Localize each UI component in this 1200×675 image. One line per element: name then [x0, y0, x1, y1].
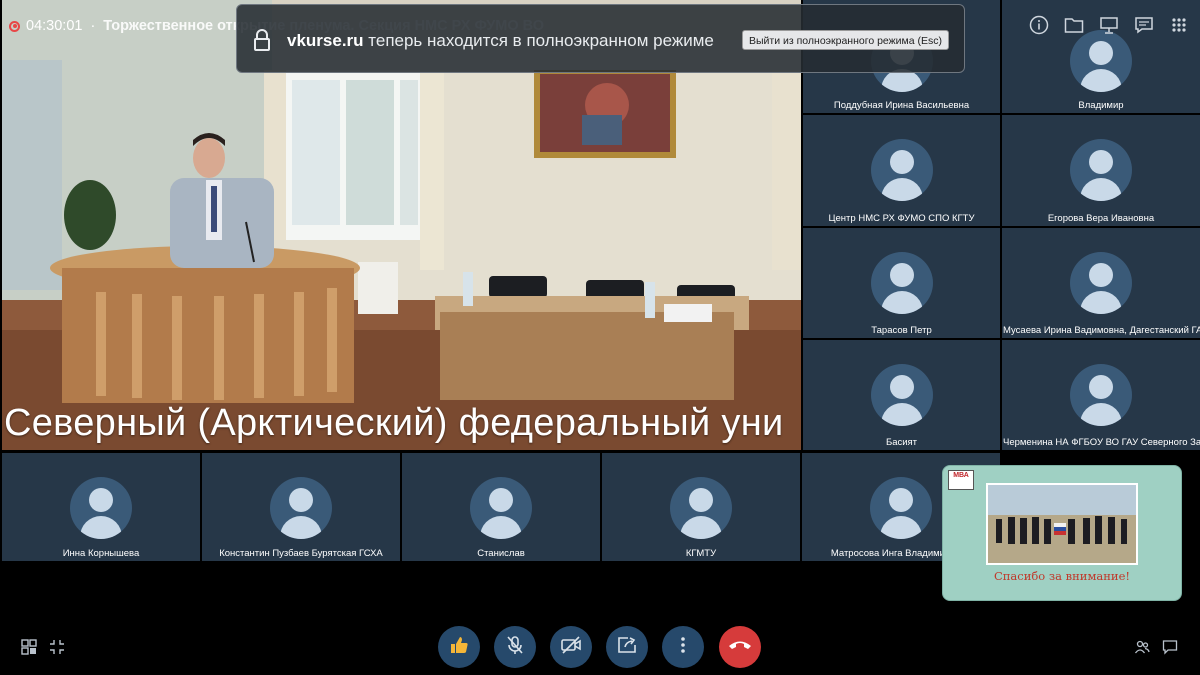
mva-logo: МВА: [948, 470, 974, 490]
participant-name: Поддубная Ирина Васильевна: [833, 100, 970, 111]
camera-button[interactable]: [550, 626, 592, 668]
participant-tile[interactable]: Центр НМС РХ ФУМО СПО КГТУ: [803, 115, 1000, 226]
avatar: [870, 364, 933, 426]
exit-fullscreen-button[interactable]: Выйти из полноэкранного режима (Esc): [742, 30, 950, 50]
participant-tile[interactable]: Басият: [803, 340, 1000, 450]
chat-icon[interactable]: [1133, 14, 1155, 36]
avatar: [870, 252, 933, 314]
screen-share-button[interactable]: [606, 626, 648, 668]
microphone-button[interactable]: [494, 626, 536, 668]
recording-icon: [9, 20, 20, 32]
participant-tile[interactable]: Егорова Вера Ивановна: [1002, 115, 1200, 226]
reaction-button[interactable]: [438, 626, 480, 668]
participant-name: Черменина НА ФГБОУ ВО ГАУ Северного Заур…: [1003, 437, 1200, 448]
grid-view-icon[interactable]: [1168, 14, 1190, 36]
top-toolbar: [1028, 14, 1190, 36]
logo-text: МВА: [953, 472, 969, 479]
speaker-name-caption: Северный (Арктический) федеральный уни: [4, 402, 784, 444]
more-icon: [672, 634, 694, 661]
participant-tile[interactable]: Черменина НА ФГБОУ ВО ГАУ Северного Заур…: [1002, 340, 1200, 450]
fullscreen-notification: vkurse.ru теперь находится в полноэкранн…: [236, 4, 965, 73]
lock-icon: [253, 29, 271, 56]
participant-tile[interactable]: Тарасов Петр: [803, 228, 1000, 338]
info-icon[interactable]: [1028, 14, 1050, 36]
avatar: [870, 139, 933, 201]
participant-name: Владимир: [1078, 100, 1124, 111]
presentation-icon[interactable]: [1098, 14, 1120, 36]
end-call-icon: [727, 634, 753, 661]
participant-tile[interactable]: Константин Пузбаев Бурятская ГСХА: [202, 453, 400, 561]
site-domain: vkurse.ru: [287, 31, 364, 50]
participant-name: Басият: [885, 437, 918, 448]
avatar: [270, 477, 332, 539]
microphone-off-icon: [504, 634, 526, 661]
participant-name: Мусаева Ирина Вадимовна, Дагестанский ГА…: [1003, 325, 1200, 336]
avatar: [870, 477, 932, 539]
avatar: [1070, 30, 1132, 92]
fullscreen-message: vkurse.ru теперь находится в полноэкранн…: [287, 31, 714, 51]
shared-screen-preview[interactable]: МВА Спасибо за внимание!: [942, 465, 1182, 601]
participant-name: КГМТУ: [685, 548, 717, 559]
thumbs-up-icon: [448, 634, 470, 661]
folder-icon[interactable]: [1063, 14, 1085, 36]
avatar: [1070, 252, 1132, 314]
participant-name: Центр НМС РХ ФУМО СПО КГТУ: [828, 213, 975, 224]
participant-name: Инна Корнышева: [62, 548, 140, 559]
exit-fullscreen-icon[interactable]: [48, 638, 66, 656]
chat-bubble-icon[interactable]: [1161, 638, 1179, 656]
participant-tile[interactable]: КГМТУ: [602, 453, 800, 561]
avatar: [470, 477, 532, 539]
participant-name: Константин Пузбаев Бурятская ГСХА: [219, 548, 383, 559]
end-call-button[interactable]: [719, 626, 761, 668]
layout-icon[interactable]: [20, 638, 38, 656]
participant-name: Станислав: [477, 548, 525, 559]
more-button[interactable]: [662, 626, 704, 668]
participant-name: Егорова Вера Ивановна: [1047, 213, 1155, 224]
screen-share-icon: [616, 634, 638, 661]
fullscreen-message-text: теперь находится в полноэкранном режиме: [363, 31, 714, 50]
avatar: [1070, 139, 1132, 201]
thanks-text: Спасибо за внимание!: [993, 569, 1131, 583]
avatar: [1070, 364, 1132, 426]
participant-tile[interactable]: Мусаева Ирина Вадимовна, Дагестанский ГА…: [1002, 228, 1200, 338]
recording-timer: 04:30:01: [26, 18, 83, 34]
title-separator: ·: [90, 18, 96, 34]
participants-icon[interactable]: [1133, 638, 1151, 656]
avatar: [670, 477, 732, 539]
camera-off-icon: [560, 634, 582, 661]
participant-name: Тарасов Петр: [871, 325, 932, 336]
group-photo: [986, 483, 1138, 565]
participant-tile[interactable]: Инна Корнышева: [2, 453, 200, 561]
participant-tile[interactable]: Станислав: [402, 453, 600, 561]
avatar: [70, 477, 132, 539]
